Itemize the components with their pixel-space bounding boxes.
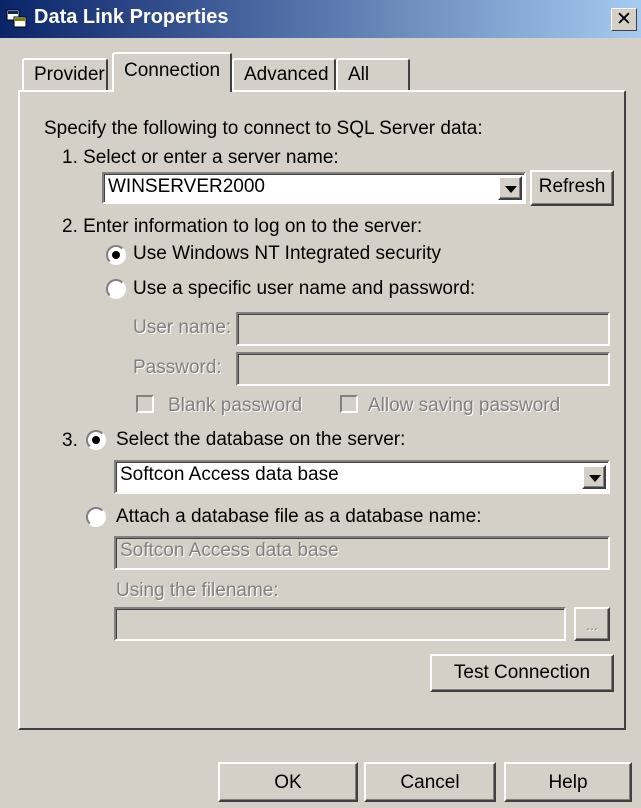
tab-advanced[interactable]: Advanced	[232, 58, 336, 90]
attach-database-radio[interactable]	[86, 507, 106, 527]
filename-input[interactable]	[114, 607, 566, 641]
chevron-down-icon	[589, 475, 601, 482]
window-title: Data Link Properties	[34, 6, 229, 28]
attach-database-name-input[interactable]: Softcon Access data base	[114, 536, 610, 570]
tab-connection[interactable]: Connection	[112, 52, 232, 92]
attach-database-label[interactable]: Attach a database file as a database nam…	[116, 506, 481, 528]
step1-label: 1. Select or enter a server name:	[62, 147, 339, 168]
test-connection-button[interactable]: Test Connection	[430, 654, 614, 692]
specific-user-label[interactable]: Use a specific user name and password:	[133, 278, 475, 300]
nt-security-radio[interactable]	[106, 245, 126, 265]
tab-provider[interactable]: Provider	[22, 58, 108, 90]
browse-button[interactable]: ...	[574, 607, 610, 641]
server-name-combobox[interactable]: WINSERVER2000	[102, 172, 526, 204]
close-icon: ✕	[616, 9, 632, 30]
step2-label: 2. Enter information to log on to the se…	[62, 216, 423, 237]
database-combobox[interactable]: Softcon Access data base	[114, 460, 610, 494]
intro-text: Specify the following to connect to SQL …	[44, 118, 483, 139]
refresh-button[interactable]: Refresh	[530, 170, 614, 206]
data-link-icon	[6, 9, 27, 28]
tab-all[interactable]: All	[336, 58, 410, 90]
select-database-label[interactable]: Select the database on the server:	[116, 429, 405, 451]
password-input[interactable]	[236, 352, 610, 386]
server-name-value: WINSERVER2000	[108, 176, 265, 197]
password-label: Password:	[133, 357, 222, 378]
ok-button[interactable]: OK	[218, 762, 358, 802]
database-value: Softcon Access data base	[120, 464, 339, 485]
blank-password-label: Blank password	[168, 395, 303, 416]
nt-security-label[interactable]: Use Windows NT Integrated security	[133, 243, 441, 265]
radio-selected-dot	[92, 436, 100, 444]
allow-saving-password-label: Allow saving password	[368, 395, 561, 416]
specific-user-radio[interactable]	[106, 279, 126, 299]
chevron-down-icon	[505, 186, 517, 193]
username-input[interactable]	[236, 312, 610, 346]
help-button[interactable]: Help	[504, 762, 632, 802]
select-database-radio[interactable]	[86, 430, 106, 450]
radio-selected-dot	[112, 251, 120, 259]
database-dropdown-button[interactable]	[582, 465, 606, 489]
blank-password-checkbox[interactable]	[136, 395, 154, 413]
step3-number: 3.	[62, 430, 78, 451]
allow-saving-password-checkbox[interactable]	[340, 395, 358, 413]
filename-label: Using the filename:	[116, 580, 279, 601]
server-dropdown-button[interactable]	[498, 176, 522, 200]
cancel-button[interactable]: Cancel	[364, 762, 496, 802]
username-label: User name:	[133, 317, 232, 338]
close-button[interactable]: ✕	[611, 8, 637, 31]
